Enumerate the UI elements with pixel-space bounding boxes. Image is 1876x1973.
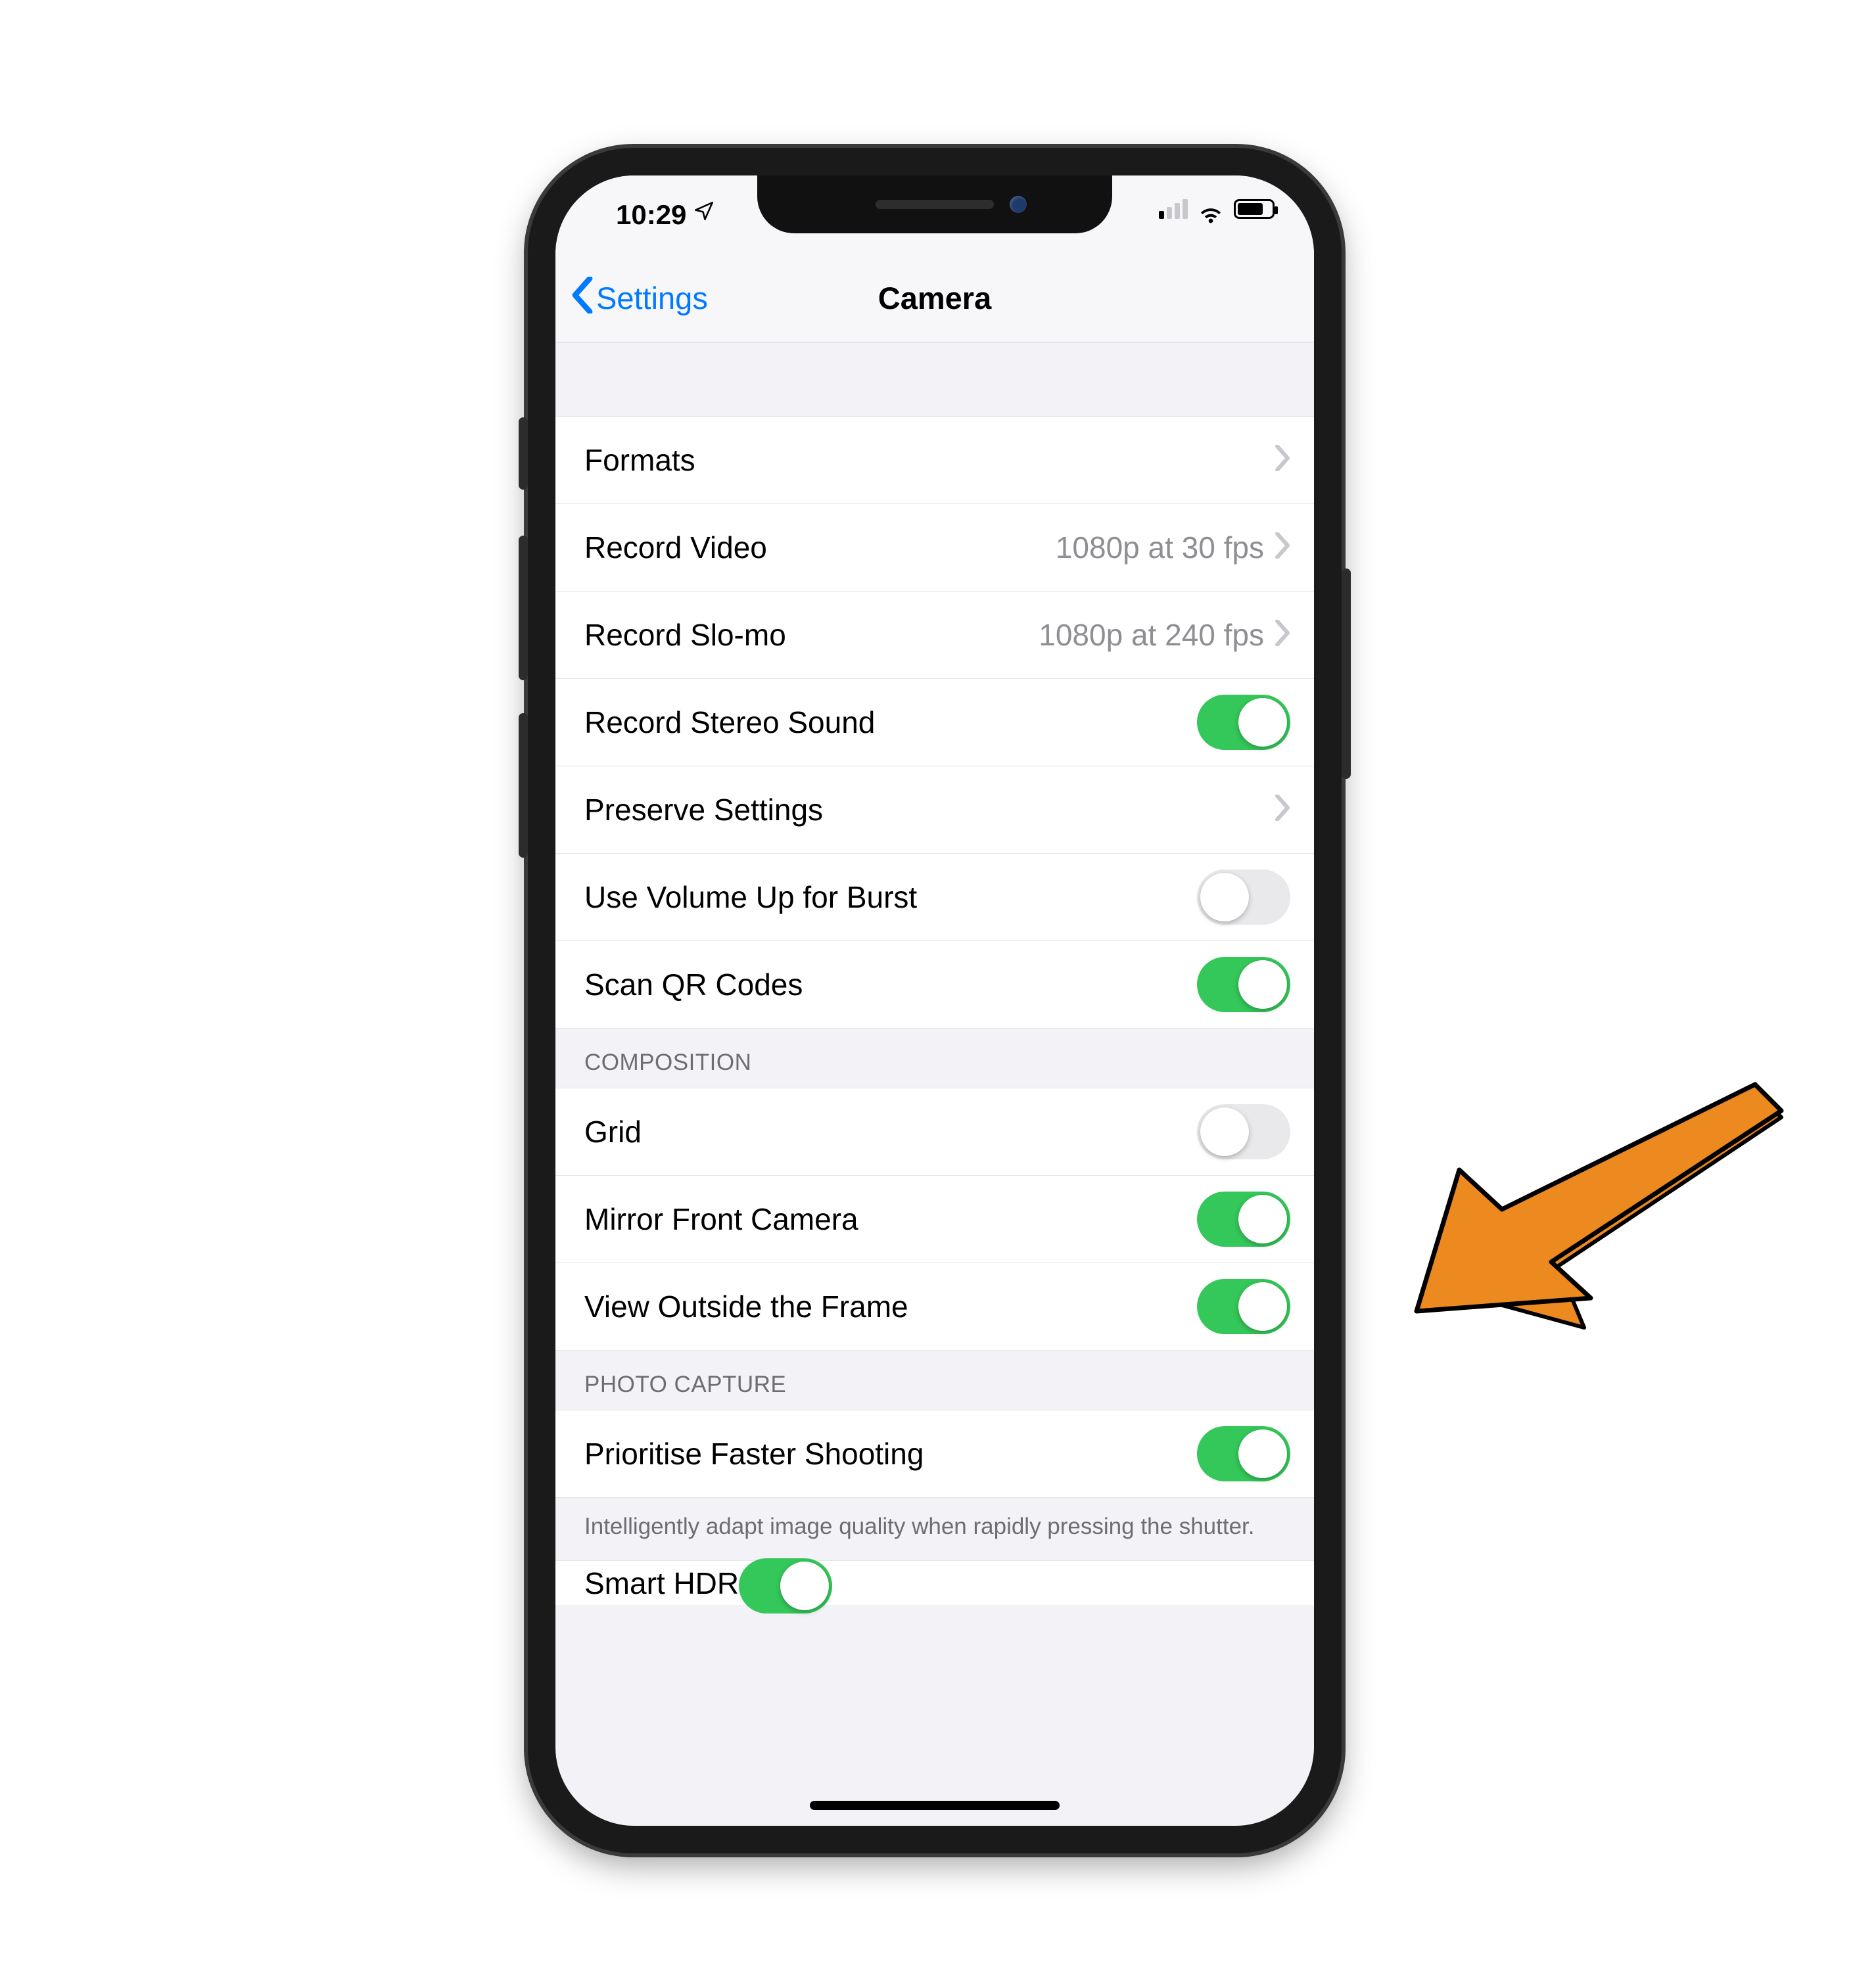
section-header: PHOTO CAPTURE [555,1360,815,1410]
notch [757,175,1112,233]
row-label: Formats [584,442,1275,478]
settings-group: Prioritise Faster Shooting [555,1410,1314,1498]
cellular-signal-icon [1159,199,1188,219]
chevron-right-icon [1275,790,1290,829]
section-header: COMPOSITION [555,1038,780,1088]
row-label: Preserve Settings [584,792,1275,827]
back-label: Settings [596,280,708,316]
row-label: Record Stereo Sound [584,705,1197,740]
toggle-outside[interactable] [1197,1279,1290,1334]
row-preserve[interactable]: Preserve Settings [555,766,1314,854]
row-outside[interactable]: View Outside the Frame [555,1263,1314,1351]
section-footer: Intelligently adapt image quality when r… [555,1498,1314,1560]
settings-group: FormatsRecord Video1080p at 30 fpsRecord… [555,416,1314,1029]
row-volburst[interactable]: Use Volume Up for Burst [555,854,1314,941]
row-formats[interactable]: Formats [555,417,1314,504]
screen: 10:29 Settings [555,175,1314,1826]
row-label: Smart HDR [584,1566,739,1601]
chevron-left-icon [571,277,594,320]
toggle-qr[interactable] [1197,957,1290,1012]
toggle-smart-hdr[interactable] [739,1558,832,1613]
navigation-bar: Settings Camera [555,254,1314,342]
row-label: Record Video [584,530,1056,565]
phone-side-button [1342,569,1351,779]
location-services-icon [693,200,715,228]
row-stereo[interactable]: Record Stereo Sound [555,679,1314,766]
chevron-right-icon [1275,528,1290,567]
chevron-right-icon [1275,615,1290,655]
toggle-grid[interactable] [1197,1104,1290,1159]
phone-frame: 10:29 Settings [528,148,1342,1853]
settings-content[interactable]: FormatsRecord Video1080p at 30 fpsRecord… [555,342,1314,1605]
toggle-mirror[interactable] [1197,1192,1290,1247]
toggle-volburst[interactable] [1197,870,1290,925]
row-recvideo[interactable]: Record Video1080p at 30 fps [555,504,1314,592]
row-faster[interactable]: Prioritise Faster Shooting [555,1410,1314,1498]
row-grid[interactable]: Grid [555,1088,1314,1176]
toggle-faster[interactable] [1197,1426,1290,1481]
settings-group: Grid Mirror Front Camera View Outside the … [555,1088,1314,1351]
row-label: Mirror Front Camera [584,1201,1197,1237]
row-label: Use Volume Up for Burst [584,879,1197,915]
row-mirror[interactable]: Mirror Front Camera [555,1176,1314,1263]
front-camera [1010,196,1027,213]
row-smart-hdr[interactable]: Smart HDR [555,1560,1314,1605]
phone-volume-down-button [519,713,528,858]
row-label: Prioritise Faster Shooting [584,1436,1197,1472]
speaker-grille [876,200,994,209]
phone-mute-switch [519,417,528,490]
row-label: Scan QR Codes [584,967,1197,1002]
row-recslomo[interactable]: Record Slo-mo1080p at 240 fps [555,592,1314,679]
home-indicator[interactable] [810,1801,1060,1810]
wifi-icon [1197,199,1225,219]
row-label: Grid [584,1114,1197,1149]
row-qr[interactable]: Scan QR Codes [555,941,1314,1029]
row-label: View Outside the Frame [584,1289,1197,1324]
toggle-stereo[interactable] [1197,695,1290,750]
battery-icon [1234,199,1275,219]
annotation-arrow [1387,1052,1794,1328]
status-time: 10:29 [616,199,686,231]
row-detail: 1080p at 30 fps [1056,530,1275,565]
phone-volume-up-button [519,536,528,680]
row-label: Record Slo-mo [584,617,1039,653]
row-detail: 1080p at 240 fps [1039,617,1275,653]
back-button[interactable]: Settings [555,277,708,320]
chevron-right-icon [1275,440,1290,480]
